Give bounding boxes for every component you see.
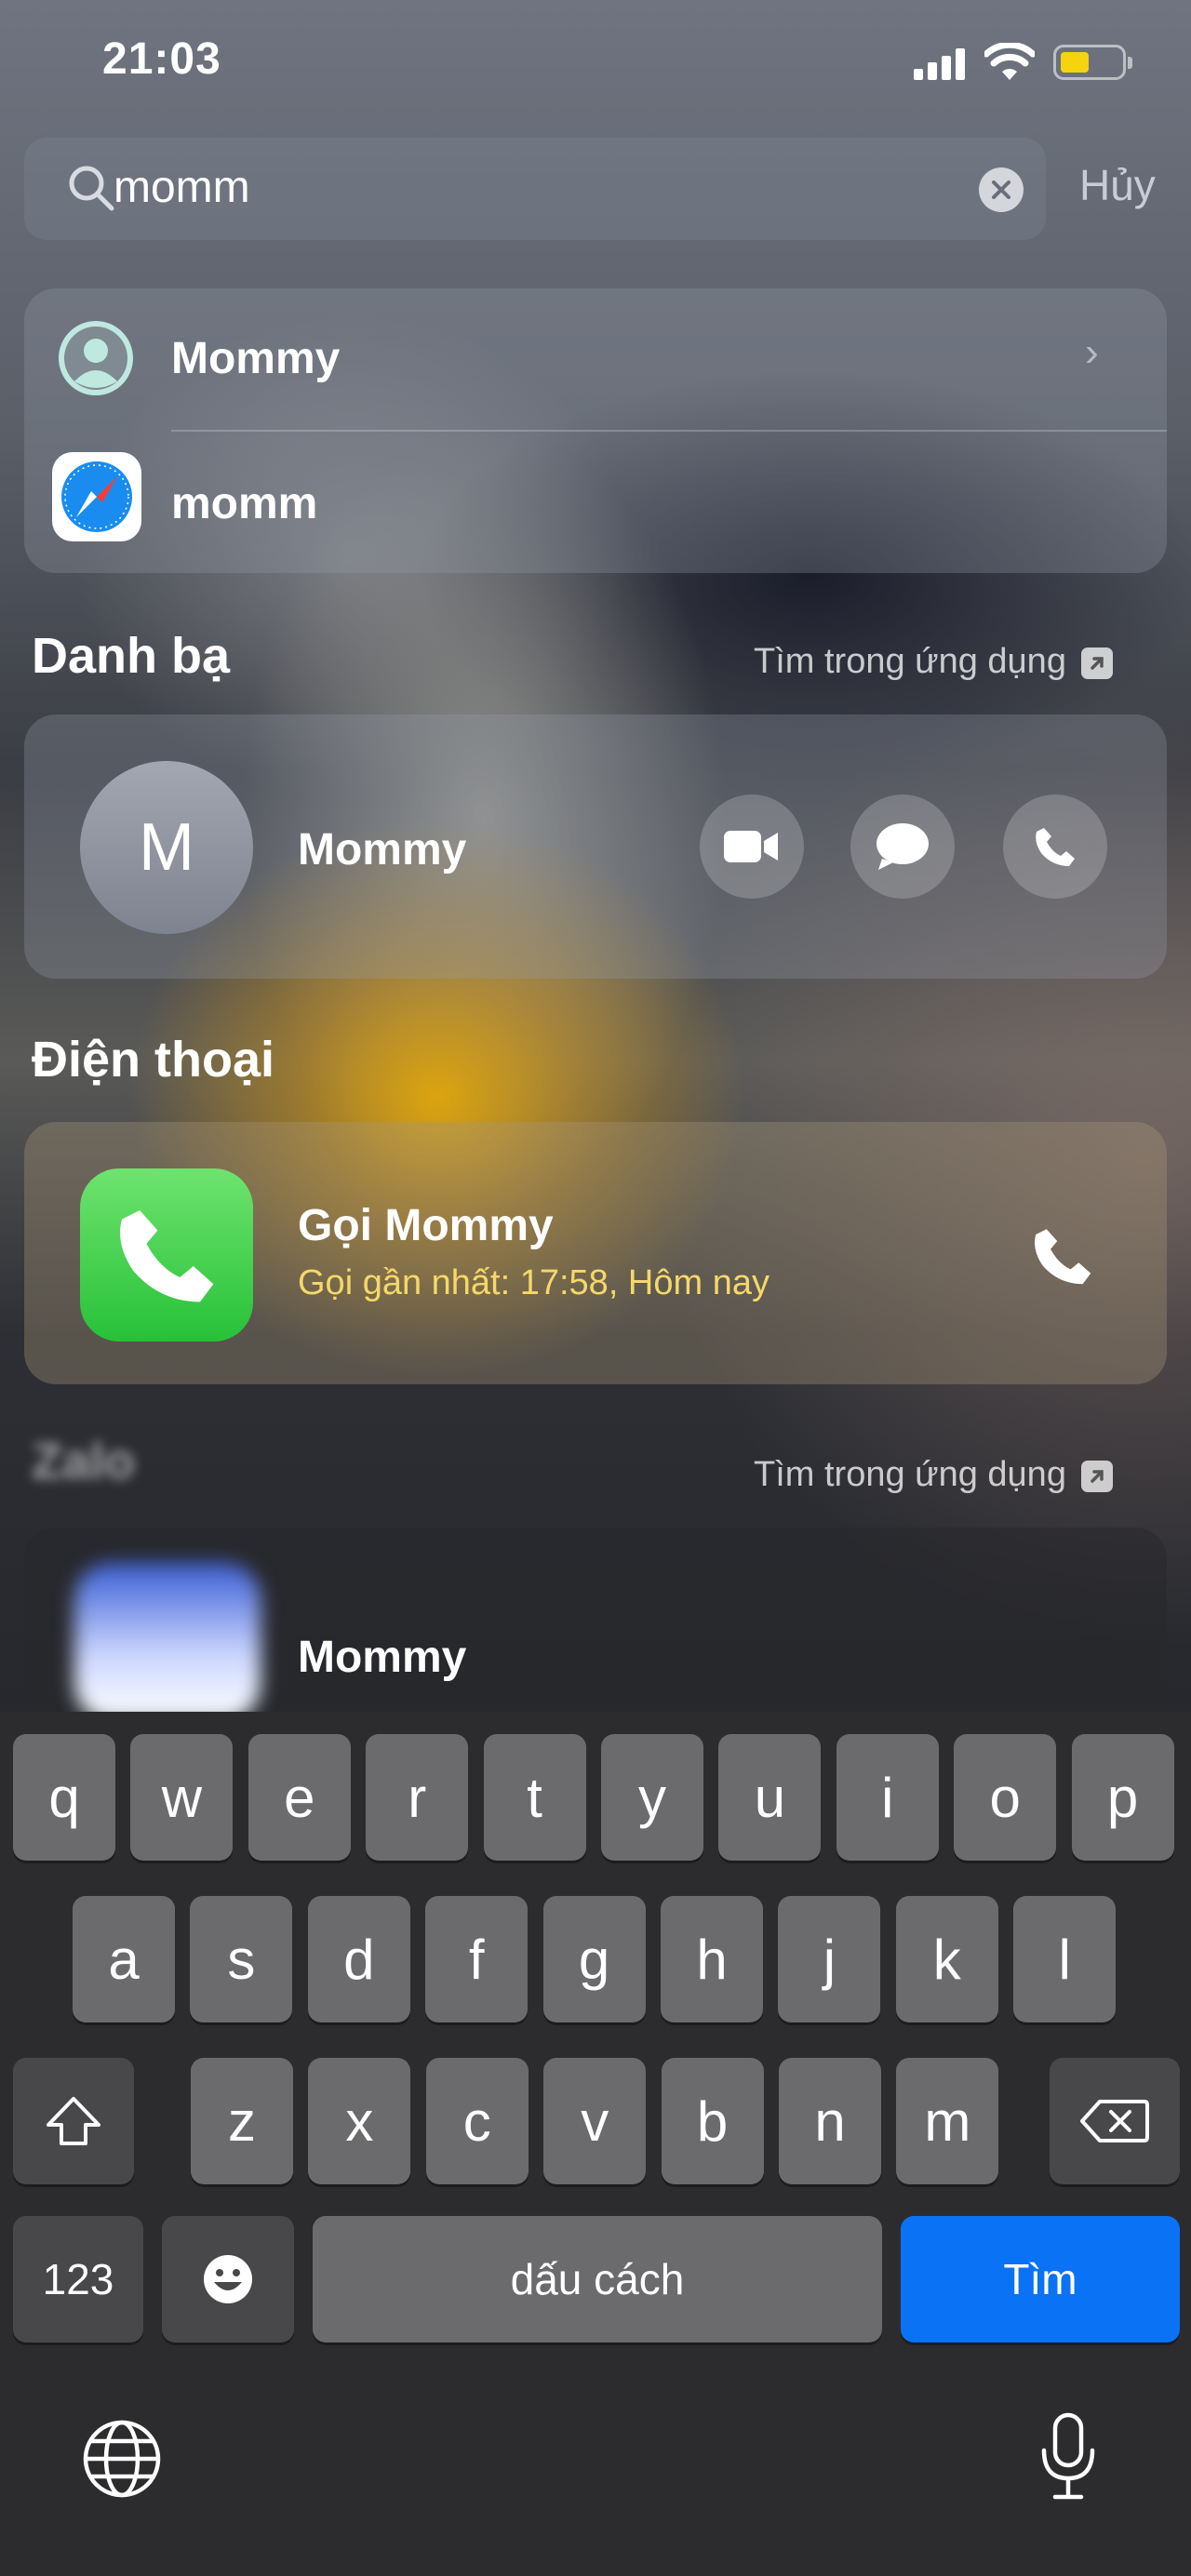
cancel-button[interactable]: Hủy	[1079, 160, 1156, 210]
backspace-icon	[1080, 2100, 1149, 2142]
message-bubble-icon	[877, 823, 929, 870]
key-s[interactable]: s	[190, 1896, 293, 2022]
contact-icon	[59, 321, 133, 395]
top-hits-card: Mommy › momm	[24, 288, 1167, 573]
search-in-app-label: Tìm trong ứng dụng	[754, 642, 1066, 681]
key-z[interactable]: z	[191, 2058, 293, 2184]
key-t[interactable]: t	[483, 1734, 586, 1861]
cellular-signal-icon	[914, 48, 968, 80]
phone-section-title: Điện thoại	[32, 1032, 275, 1088]
shift-icon	[47, 2097, 100, 2145]
chevron-right-icon: ›	[1085, 329, 1099, 375]
space-key[interactable]: dấu cách	[313, 2216, 882, 2342]
top-hit-contact-row[interactable]: Mommy ›	[24, 288, 1167, 430]
key-n[interactable]: n	[779, 2058, 881, 2184]
contacts-section-title: Danh bạ	[32, 628, 231, 684]
key-w[interactable]: w	[130, 1734, 234, 1861]
app-icon	[74, 1563, 261, 1721]
blurred-section-title: Zalo	[32, 1434, 136, 1489]
key-m[interactable]: m	[896, 2058, 999, 2184]
video-camera-icon	[724, 831, 778, 862]
key-j[interactable]: j	[778, 1896, 881, 2022]
key-r[interactable]: r	[366, 1734, 469, 1861]
recent-call-subtitle: Gọi gần nhất: 17:58, Hôm nay	[298, 1263, 769, 1302]
open-external-icon	[1080, 1460, 1113, 1492]
contact-card[interactable]: M Mommy	[24, 714, 1167, 979]
facetime-video-button[interactable]	[700, 794, 804, 899]
key-u[interactable]: u	[718, 1734, 822, 1861]
close-icon	[992, 180, 1010, 199]
top-hit-contact-label: Mommy	[171, 334, 341, 383]
battery-icon	[1053, 45, 1132, 80]
emoji-icon	[204, 2255, 252, 2303]
phone-app-icon	[80, 1168, 253, 1341]
key-p[interactable]: p	[1071, 1734, 1174, 1861]
key-q[interactable]: q	[13, 1734, 115, 1861]
phone-icon[interactable]	[1029, 1222, 1096, 1289]
emoji-key[interactable]	[162, 2216, 294, 2342]
phone-icon	[1036, 828, 1075, 866]
status-time: 21:03	[102, 34, 221, 84]
search-query: momm	[114, 163, 250, 212]
search-field[interactable]: momm	[24, 138, 1046, 240]
key-l[interactable]: l	[1013, 1896, 1117, 2022]
delete-key[interactable]	[1050, 2058, 1180, 2184]
key-f[interactable]: f	[425, 1896, 529, 2022]
search-icon	[69, 166, 114, 211]
clear-text-button[interactable]	[979, 167, 1024, 212]
search-in-app-link[interactable]: Tìm trong ứng dụng	[754, 642, 1113, 682]
key-d[interactable]: d	[307, 1896, 410, 2022]
key-b[interactable]: b	[661, 2058, 764, 2184]
contact-name: Mommy	[298, 825, 467, 874]
wifi-icon	[984, 43, 1035, 80]
call-button[interactable]	[1003, 794, 1107, 899]
key-c[interactable]: c	[425, 2058, 529, 2184]
message-button[interactable]	[850, 794, 955, 899]
key-x[interactable]: x	[308, 2058, 411, 2184]
safari-icon	[52, 452, 141, 541]
key-e[interactable]: e	[248, 1734, 351, 1861]
shift-key[interactable]	[13, 2058, 134, 2184]
top-hit-web-row[interactable]: momm	[24, 432, 1167, 573]
call-title: Gọi Mommy	[298, 1201, 554, 1250]
search-key[interactable]: Tìm	[901, 2216, 1180, 2342]
microphone-icon[interactable]	[1038, 2411, 1098, 2503]
keyboard: qwertyuiop asdfghjkl zxcvbnm 123 dấu các…	[0, 1712, 1191, 2576]
key-g[interactable]: g	[542, 1896, 646, 2022]
key-v[interactable]: v	[543, 2058, 647, 2184]
key-i[interactable]: i	[836, 1734, 939, 1861]
open-external-icon	[1080, 647, 1113, 679]
key-k[interactable]: k	[895, 1896, 998, 2022]
call-suggestion-card[interactable]: Gọi Mommy Gọi gần nhất: 17:58, Hôm nay	[24, 1122, 1167, 1384]
key-y[interactable]: y	[601, 1734, 703, 1861]
numbers-key[interactable]: 123	[13, 2216, 143, 2342]
app-result-label: Mommy	[298, 1633, 467, 1682]
globe-icon[interactable]	[82, 2419, 162, 2499]
key-a[interactable]: a	[73, 1896, 175, 2022]
search-in-app-link-2[interactable]: Tìm trong ứng dụng	[754, 1455, 1113, 1495]
key-o[interactable]: o	[954, 1734, 1057, 1861]
search-in-app-label-2: Tìm trong ứng dụng	[754, 1455, 1066, 1494]
top-hit-web-label: momm	[171, 479, 318, 528]
key-h[interactable]: h	[661, 1896, 763, 2022]
avatar: M	[80, 761, 253, 934]
